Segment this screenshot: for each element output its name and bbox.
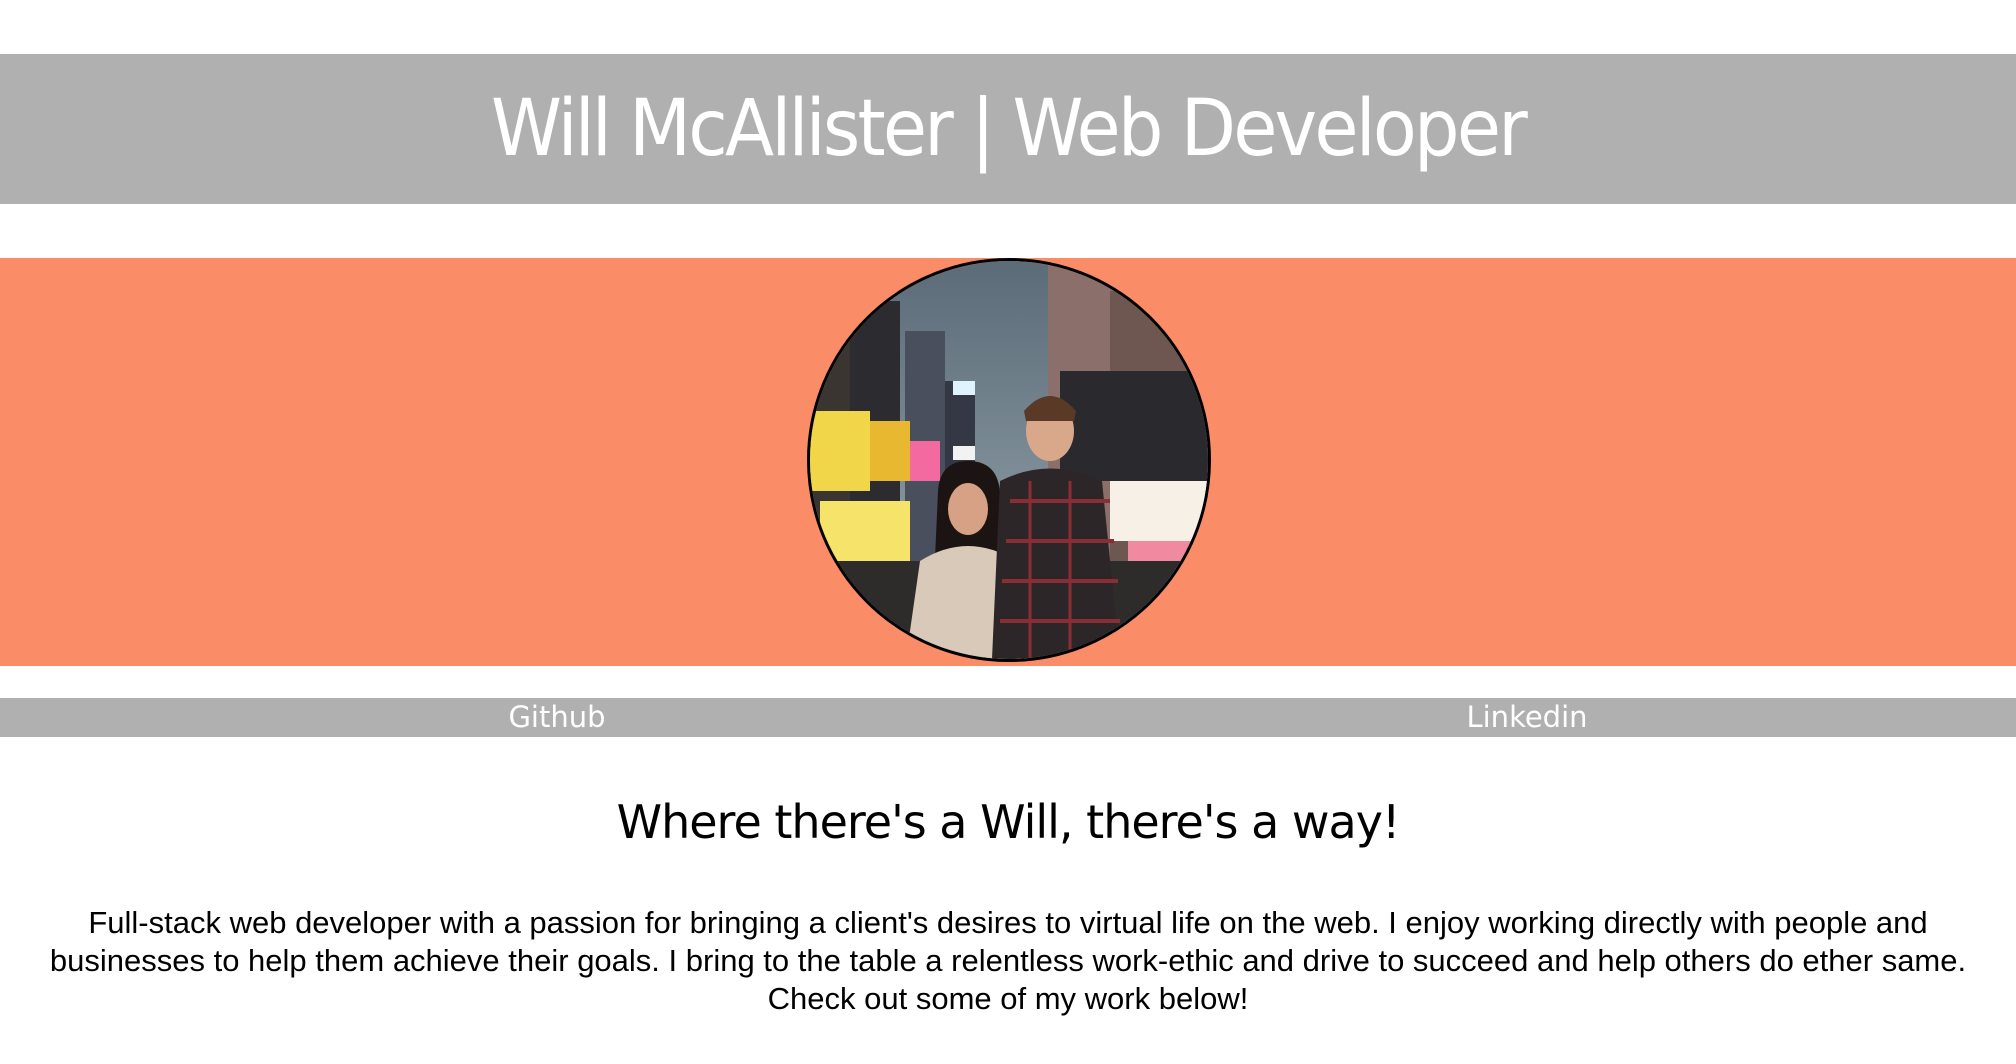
social-nav: Github Linkedin <box>0 698 2016 737</box>
profile-photo <box>807 258 1211 662</box>
linkedin-link[interactable]: Linkedin <box>1377 698 1677 737</box>
header-bar: Will McAllister | Web Developer <box>0 54 2016 204</box>
github-link[interactable]: Github <box>407 698 707 737</box>
tagline-heading: Where there's a Will, there's a way! <box>616 795 1401 849</box>
site-title: Will McAllister | Web Developer <box>490 84 1528 174</box>
bio-paragraph: Full-stack web developer with a passion … <box>49 905 1967 1016</box>
